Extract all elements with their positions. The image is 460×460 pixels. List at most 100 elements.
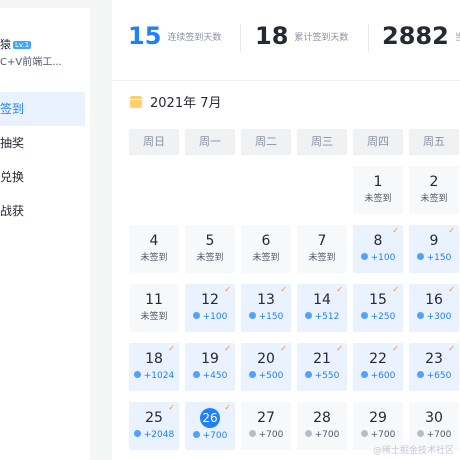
calendar-day[interactable]: 14 +512 ✓	[297, 284, 347, 332]
stat-label: 连续签到天数	[167, 32, 222, 43]
calendar-day[interactable]: 25 +2048 ✓	[129, 402, 179, 450]
calendar-day[interactable]: 26 +700 ✓	[185, 402, 235, 450]
day-number: 11	[145, 292, 163, 308]
day-status: 未签到	[353, 193, 403, 205]
day-status: +150	[241, 311, 291, 323]
calendar-day[interactable]: 15 +250 ✓	[353, 284, 403, 332]
day-status: +450	[185, 370, 235, 382]
day-status-text: 未签到	[196, 253, 224, 263]
sidebar-item-signin[interactable]: 签到	[0, 92, 85, 126]
day-status: +700	[409, 429, 459, 441]
check-icon: ✓	[168, 344, 175, 353]
day-status-text: 未签到	[252, 253, 280, 263]
day-number: 7	[317, 233, 327, 249]
day-number: 27	[257, 410, 275, 426]
calendar-day[interactable]: 16 +300 ✓	[409, 284, 459, 332]
calendar-day[interactable]: 21 +550 ✓	[297, 343, 347, 391]
today-day-number: 26	[200, 408, 220, 428]
calendar-day[interactable]: 9 +150 ✓	[409, 225, 459, 273]
ore-icon	[192, 312, 200, 319]
day-number: 29	[369, 410, 387, 426]
check-icon: ✓	[224, 403, 231, 412]
calendar-day[interactable]: 11 未签到	[129, 284, 179, 332]
day-status: 未签到	[409, 193, 459, 205]
ore-icon	[248, 371, 256, 378]
day-status: +100	[185, 311, 235, 323]
month-header: 2021年 7月	[130, 92, 222, 111]
check-icon: ✓	[392, 344, 399, 353]
day-number: 4	[149, 233, 159, 249]
calendar-day[interactable]: 28 +700	[297, 402, 347, 450]
calendar-day[interactable]: 18 +1024 ✓	[129, 343, 179, 391]
month-title: 2021年 7月	[150, 96, 222, 111]
calendar-day[interactable]: 8 +100 ✓	[353, 225, 403, 273]
calendar-day[interactable]: 19 +450 ✓	[185, 343, 235, 391]
ore-icon	[360, 312, 368, 319]
ore-icon	[304, 312, 312, 319]
check-icon: ✓	[448, 226, 455, 235]
ore-icon	[192, 431, 200, 438]
check-icon: ✓	[448, 344, 455, 353]
calendar-day[interactable]: 23 +650 ✓	[409, 343, 459, 391]
ore-icon	[304, 371, 312, 378]
calendar-day[interactable]: 12 +100 ✓	[185, 284, 235, 332]
day-number: 1	[373, 174, 383, 190]
sidebar-item-exchange[interactable]: 兑换	[0, 160, 85, 194]
check-icon: ✓	[392, 226, 399, 235]
ore-icon	[416, 253, 424, 260]
day-status-text: +450	[202, 371, 228, 381]
calendar-day[interactable]: 1 未签到	[353, 166, 403, 214]
day-status: +700	[241, 429, 291, 441]
calendar-day[interactable]: 6 未签到	[241, 225, 291, 273]
ore-icon	[360, 371, 368, 378]
day-status-text: 未签到	[420, 194, 448, 204]
day-status-text: +700	[258, 430, 284, 440]
ore-icon	[248, 430, 256, 437]
calendar-day[interactable]: 2 未签到	[409, 166, 459, 214]
ore-icon	[360, 430, 368, 437]
main-panel: 15连续签到天数 18累计签到天数 2882当前 2021年 7月 周日周一周二…	[112, 0, 460, 460]
day-status-text: +2048	[143, 430, 175, 440]
calendar-day[interactable]: 20 +500 ✓	[241, 343, 291, 391]
day-status-text: +1024	[143, 371, 175, 381]
ore-icon	[133, 371, 141, 378]
day-status: +700	[353, 429, 403, 441]
day-status-text: 未签到	[140, 253, 168, 263]
day-status: +650	[409, 370, 459, 382]
day-status: +512	[297, 311, 347, 323]
weekday-header: 周三	[297, 129, 347, 155]
check-icon: ✓	[448, 285, 455, 294]
ore-icon	[416, 371, 424, 378]
stat-label: 当前	[454, 32, 460, 43]
day-status: 未签到	[129, 311, 179, 323]
check-icon: ✓	[392, 285, 399, 294]
sidebar-item-gains[interactable]: 战获	[0, 194, 85, 228]
calendar-day[interactable]: 4 未签到	[129, 225, 179, 273]
day-status-text: 未签到	[308, 253, 336, 263]
day-status-text: +300	[426, 312, 452, 322]
day-status: 未签到	[129, 252, 179, 264]
day-status-text: +100	[370, 253, 396, 263]
ore-icon	[248, 312, 256, 319]
ore-icon	[416, 312, 424, 319]
watermark: @稀土掘金技术社区	[372, 446, 454, 456]
day-status: +100	[353, 252, 403, 264]
calendar-day[interactable]: 22 +600 ✓	[353, 343, 403, 391]
day-status: 未签到	[297, 252, 347, 264]
calendar-day[interactable]: 13 +150 ✓	[241, 284, 291, 332]
calendar-day[interactable]: 5 未签到	[185, 225, 235, 273]
calendar-day[interactable]: 27 +700	[241, 402, 291, 450]
day-status-text: 未签到	[364, 194, 392, 204]
stat-divider	[368, 24, 369, 52]
calendar-day[interactable]: 7 未签到	[297, 225, 347, 273]
sidebar: 猿 Lv.1 C+V前端工... 签到 抽奖 兑换 战获	[0, 8, 90, 460]
stat-label: 累计签到天数	[294, 32, 349, 43]
ore-icon	[360, 253, 368, 260]
day-status-text: +150	[258, 312, 284, 322]
day-status-text: +700	[426, 430, 452, 440]
day-number: 28	[313, 410, 331, 426]
sidebar-item-lottery[interactable]: 抽奖	[0, 126, 85, 160]
day-status: +150	[409, 252, 459, 264]
day-status: +550	[297, 370, 347, 382]
sidebar-nav: 签到 抽奖 兑换 战获	[0, 92, 85, 228]
